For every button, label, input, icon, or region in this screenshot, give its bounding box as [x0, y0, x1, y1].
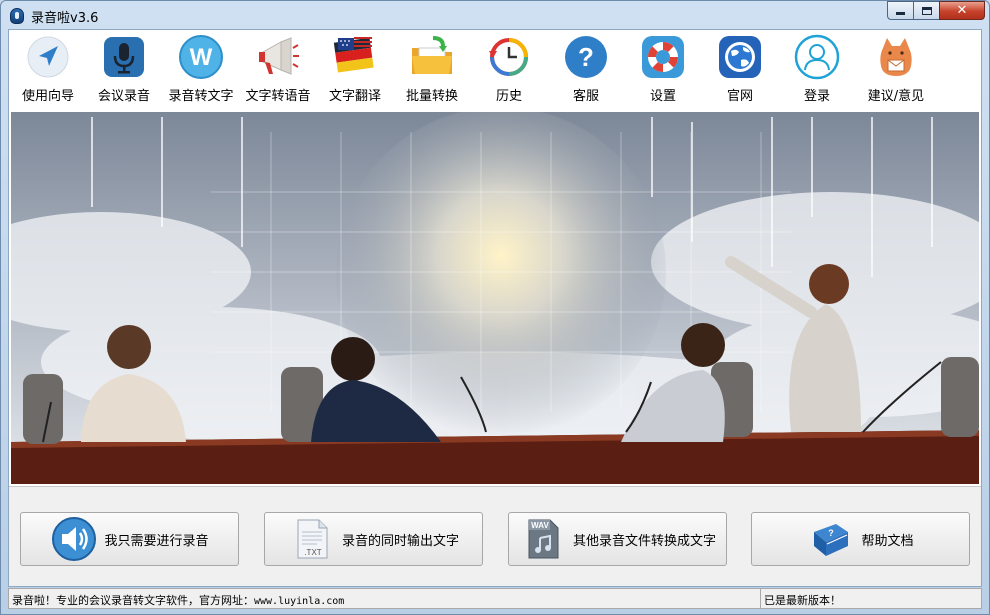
microphone-icon — [101, 34, 147, 80]
record-with-text-button[interactable]: .TXT 录音的同时输出文字 — [264, 512, 483, 566]
tool-label: 登录 — [803, 89, 830, 104]
tool-meeting-record[interactable]: 会议录音 — [85, 34, 163, 108]
tool-feedback[interactable]: 建议/意见 — [857, 34, 935, 108]
action-label: 其他录音文件转换成文字 — [572, 533, 716, 549]
lifebuoy-icon — [640, 34, 686, 80]
tool-login[interactable]: 登录 — [778, 34, 856, 108]
tool-translate[interactable]: 文字翻译 — [316, 34, 394, 108]
tool-label: 会议录音 — [97, 89, 150, 104]
svg-text:.TXT: .TXT — [304, 548, 321, 557]
svg-text:?: ? — [578, 42, 594, 72]
toolbar: 使用向导 会议录音 W 录音转文字 文字转语音 文字翻译 批量转换 历史 ? 客… — [9, 30, 981, 110]
megaphone-icon — [255, 34, 301, 80]
tool-label: 设置 — [649, 89, 676, 104]
action-label: 帮助文档 — [861, 533, 914, 549]
close-icon: ✕ — [956, 3, 968, 18]
folder-icon — [409, 34, 455, 80]
user-icon — [794, 34, 840, 80]
window-controls: ✕ — [887, 1, 985, 20]
tool-label: 使用向导 — [21, 89, 74, 104]
tool-label: 文字转语音 — [245, 89, 311, 104]
tool-label: 建议/意见 — [867, 89, 925, 104]
status-prefix: 录音啦！专业的会议录音转文字软件，官方网址： — [12, 594, 254, 607]
action-bar: 我只需要进行录音 .TXT 录音的同时输出文字 WAV 其他录音文件转换成文字 … — [9, 486, 981, 586]
status-url: www.luyinla.com — [254, 596, 345, 607]
navigation-arrow-icon — [25, 34, 71, 80]
action-label: 我只需要进行录音 — [104, 533, 209, 549]
tool-label: 批量转换 — [405, 89, 458, 104]
tool-guide[interactable]: 使用向导 — [9, 34, 87, 108]
tool-label: 官网 — [726, 89, 753, 104]
maximize-button[interactable] — [913, 1, 939, 20]
wav-file-icon: WAV — [519, 515, 567, 563]
tool-label: 客服 — [572, 89, 599, 104]
svg-text:W: W — [190, 44, 213, 71]
status-message: 录音啦！专业的会议录音转文字软件，官方网址：www.luyinla.com — [9, 589, 761, 608]
tool-customer-service[interactable]: ? 客服 — [547, 34, 625, 108]
tool-text-to-speech[interactable]: 文字转语音 — [239, 34, 317, 108]
maximize-icon — [921, 6, 932, 15]
txt-file-icon: .TXT — [288, 515, 336, 563]
banner-image — [11, 112, 979, 484]
tool-label: 文字翻译 — [328, 89, 381, 104]
help-docs-button[interactable]: ? 帮助文档 — [751, 512, 970, 566]
svg-text:?: ? — [829, 528, 835, 538]
action-label: 录音的同时输出文字 — [341, 533, 459, 549]
meeting-illustration — [11, 112, 979, 484]
record-only-button[interactable]: 我只需要进行录音 — [20, 512, 239, 566]
status-bar: 录音啦！专业的会议录音转文字软件，官方网址：www.luyinla.com 已是… — [8, 588, 982, 609]
app-logo-icon — [10, 8, 24, 24]
globe-icon — [717, 34, 763, 80]
tool-official-site[interactable]: 官网 — [701, 34, 779, 108]
tool-label: 录音转文字 — [168, 89, 234, 104]
tool-batch-convert[interactable]: 批量转换 — [393, 34, 471, 108]
history-clock-icon — [486, 34, 532, 80]
svg-text:WAV: WAV — [531, 521, 549, 530]
minimize-button[interactable] — [887, 1, 913, 20]
client-area: 使用向导 会议录音 W 录音转文字 文字转语音 文字翻译 批量转换 历史 ? 客… — [8, 29, 982, 587]
minimize-icon — [896, 12, 905, 15]
flag-translate-icon — [332, 34, 378, 80]
book-icon: ? — [807, 515, 855, 563]
convert-audio-file-button[interactable]: WAV 其他录音文件转换成文字 — [508, 512, 727, 566]
tool-label: 历史 — [495, 89, 522, 104]
speaker-icon — [50, 515, 98, 563]
title-bar[interactable]: 录音啦v3.6 ✕ — [1, 1, 989, 29]
tool-speech-to-text[interactable]: W 录音转文字 — [162, 34, 240, 108]
help-question-icon: ? — [563, 34, 609, 80]
w-letter-icon: W — [178, 34, 224, 80]
cat-mailbox-icon — [873, 34, 919, 80]
close-button[interactable]: ✕ — [939, 1, 985, 20]
tool-history[interactable]: 历史 — [470, 34, 548, 108]
version-status: 已是最新版本！ — [764, 594, 841, 607]
window-title: 录音啦v3.6 — [31, 11, 99, 26]
tool-settings[interactable]: 设置 — [624, 34, 702, 108]
